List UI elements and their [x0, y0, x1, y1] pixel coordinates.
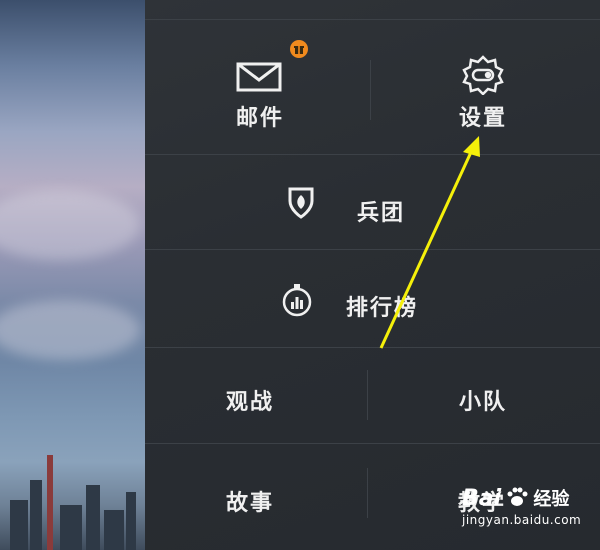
baidu-jingyan-watermark: Bai 经验 jingyan.baidu.com [462, 485, 581, 527]
baidu-logo-text: Bai [462, 486, 502, 511]
watermark-url: jingyan.baidu.com [462, 513, 582, 527]
paw-icon [507, 487, 528, 506]
annotation-arrow [379, 136, 480, 349]
game-menu-screen: 邮件 设置 兵团 排行榜 观战 小队 故事 教学 Bai 经验 jingyan.… [0, 0, 600, 550]
jingyan-label: 经验 [533, 489, 570, 510]
